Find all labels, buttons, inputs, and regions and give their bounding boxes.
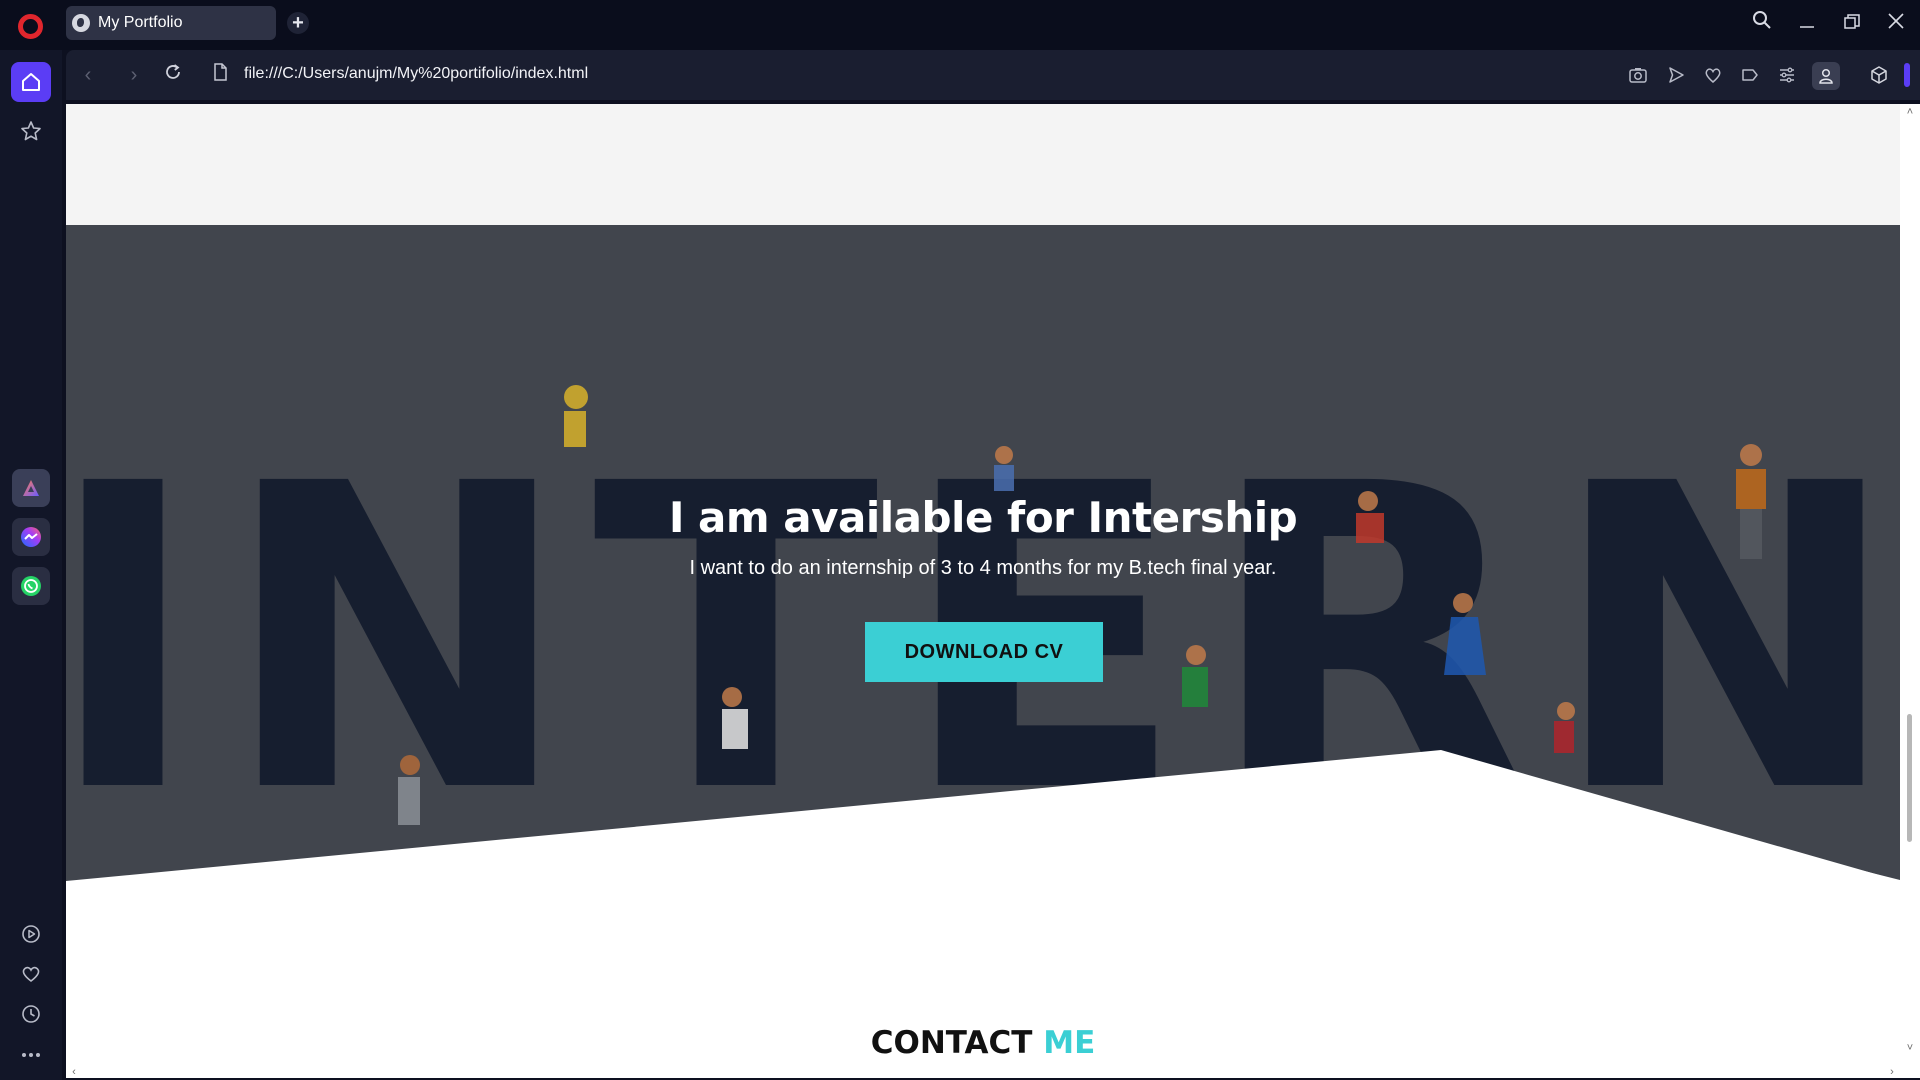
player-icon[interactable] bbox=[11, 914, 51, 954]
whatsapp-icon[interactable] bbox=[12, 567, 50, 605]
opera-logo-icon[interactable] bbox=[18, 14, 43, 39]
horizontal-scrollbar[interactable]: ‹ › bbox=[66, 1066, 1900, 1078]
minimize-icon[interactable] bbox=[1789, 8, 1825, 40]
scroll-thumb[interactable] bbox=[1907, 714, 1912, 842]
contact-heading-main: CONTACT bbox=[870, 1025, 1033, 1061]
internship-title: I am available for Intership bbox=[668, 493, 1298, 542]
heart-icon[interactable] bbox=[11, 954, 51, 994]
vertical-scrollbar[interactable]: ˄ ˅ bbox=[1900, 104, 1920, 1078]
page-viewport: INTERN I am available for Intership I wa… bbox=[66, 104, 1920, 1078]
easy-setup-icon[interactable] bbox=[1774, 62, 1800, 88]
more-icon[interactable] bbox=[11, 1035, 51, 1075]
send-icon[interactable] bbox=[1663, 62, 1689, 88]
new-tab-button[interactable]: + bbox=[287, 12, 309, 34]
search-icon[interactable] bbox=[1744, 8, 1780, 40]
file-icon bbox=[208, 63, 232, 87]
extensions-icon[interactable] bbox=[1866, 62, 1892, 88]
tab-my-portfolio[interactable]: My Portfolio bbox=[66, 6, 276, 40]
reload-icon[interactable] bbox=[161, 63, 185, 87]
scroll-down-icon[interactable]: ˅ bbox=[1904, 1042, 1916, 1054]
section-wave bbox=[66, 765, 1900, 885]
browser-top-bar: My Portfolio + bbox=[0, 0, 1920, 50]
forward-icon[interactable]: › bbox=[122, 63, 146, 87]
url-input[interactable]: file:///C:/Users/anujm/My%20portifolio/i… bbox=[244, 65, 588, 83]
restore-icon[interactable] bbox=[1834, 8, 1870, 40]
address-bar: ‹ › file:///C:/Users/anujm/My%20portifol… bbox=[66, 50, 1920, 100]
tab-title: My Portfolio bbox=[98, 14, 183, 31]
scroll-left-icon[interactable]: ‹ bbox=[68, 1066, 80, 1078]
profile-icon[interactable] bbox=[1812, 62, 1840, 90]
contact-heading: CONTACT ME bbox=[66, 1025, 1900, 1061]
history-icon[interactable] bbox=[11, 994, 51, 1034]
scroll-up-icon[interactable]: ˄ bbox=[1904, 106, 1916, 118]
close-icon[interactable] bbox=[1878, 8, 1914, 40]
contact-heading-accent: ME bbox=[1043, 1025, 1096, 1061]
home-icon[interactable] bbox=[11, 62, 51, 102]
tag-icon[interactable] bbox=[1737, 62, 1763, 88]
back-icon[interactable]: ‹ bbox=[76, 63, 100, 87]
sidebar-toggle[interactable] bbox=[1904, 63, 1910, 87]
aria-icon[interactable] bbox=[12, 469, 50, 507]
download-cv-button[interactable]: DOWNLOAD CV bbox=[865, 622, 1103, 682]
browser-sidebar bbox=[0, 50, 62, 1080]
scroll-right-icon[interactable]: › bbox=[1886, 1066, 1898, 1078]
star-icon[interactable] bbox=[11, 111, 51, 151]
internship-subtitle: I want to do an internship of 3 to 4 mon… bbox=[689, 557, 1277, 579]
section-divider bbox=[66, 104, 1900, 225]
heart-icon[interactable] bbox=[1700, 62, 1726, 88]
camera-icon[interactable] bbox=[1625, 62, 1651, 88]
globe-icon bbox=[72, 14, 90, 32]
messenger-icon[interactable] bbox=[12, 518, 50, 556]
